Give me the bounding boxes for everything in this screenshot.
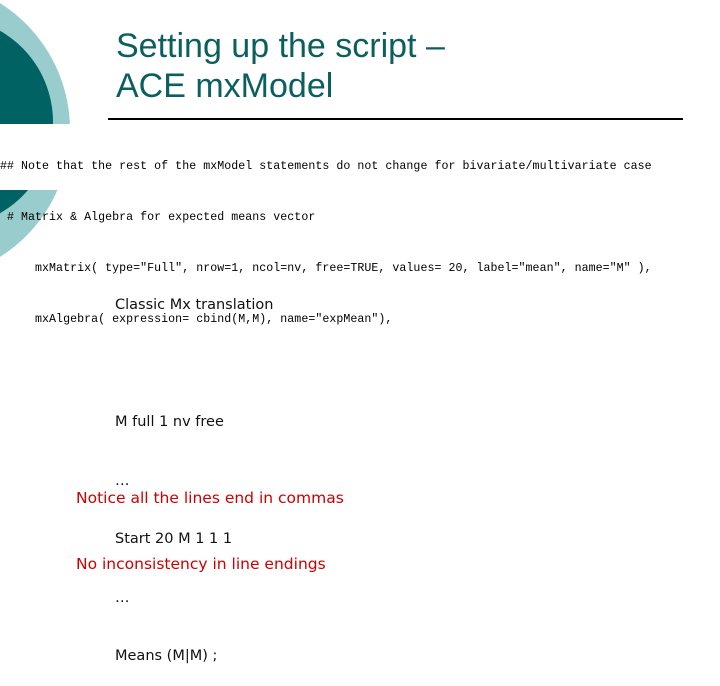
classic-line: Means (M|M) ;: [115, 648, 218, 664]
code-line-mxalgebra: mxAlgebra( expression= cbind(M,M), name=…: [0, 313, 393, 326]
classic-heading: Classic Mx translation: [115, 297, 274, 313]
title-divider: [108, 118, 683, 120]
code-line-section-comment: # Matrix & Algebra for expected means ve…: [0, 211, 316, 224]
title-line-2: ACE mxModel: [116, 67, 334, 105]
notice-line-2: No inconsistency in line endings: [76, 555, 326, 573]
code-block: ## Note that the rest of the mxModel sta…: [0, 124, 652, 345]
slide-title: Setting up the script – ACE mxModel: [116, 26, 445, 106]
notice-line-1: Notice all the lines end in commas: [76, 489, 344, 507]
code-line-mxmatrix: mxMatrix( type="Full", nrow=1, ncol=nv, …: [0, 262, 652, 275]
classic-line: M full 1 nv free: [115, 414, 224, 430]
notice-text: Notice all the lines end in commas No in…: [76, 443, 344, 597]
code-line-comment: ## Note that the rest of the mxModel sta…: [0, 160, 652, 173]
title-line-1: Setting up the script –: [116, 27, 445, 65]
